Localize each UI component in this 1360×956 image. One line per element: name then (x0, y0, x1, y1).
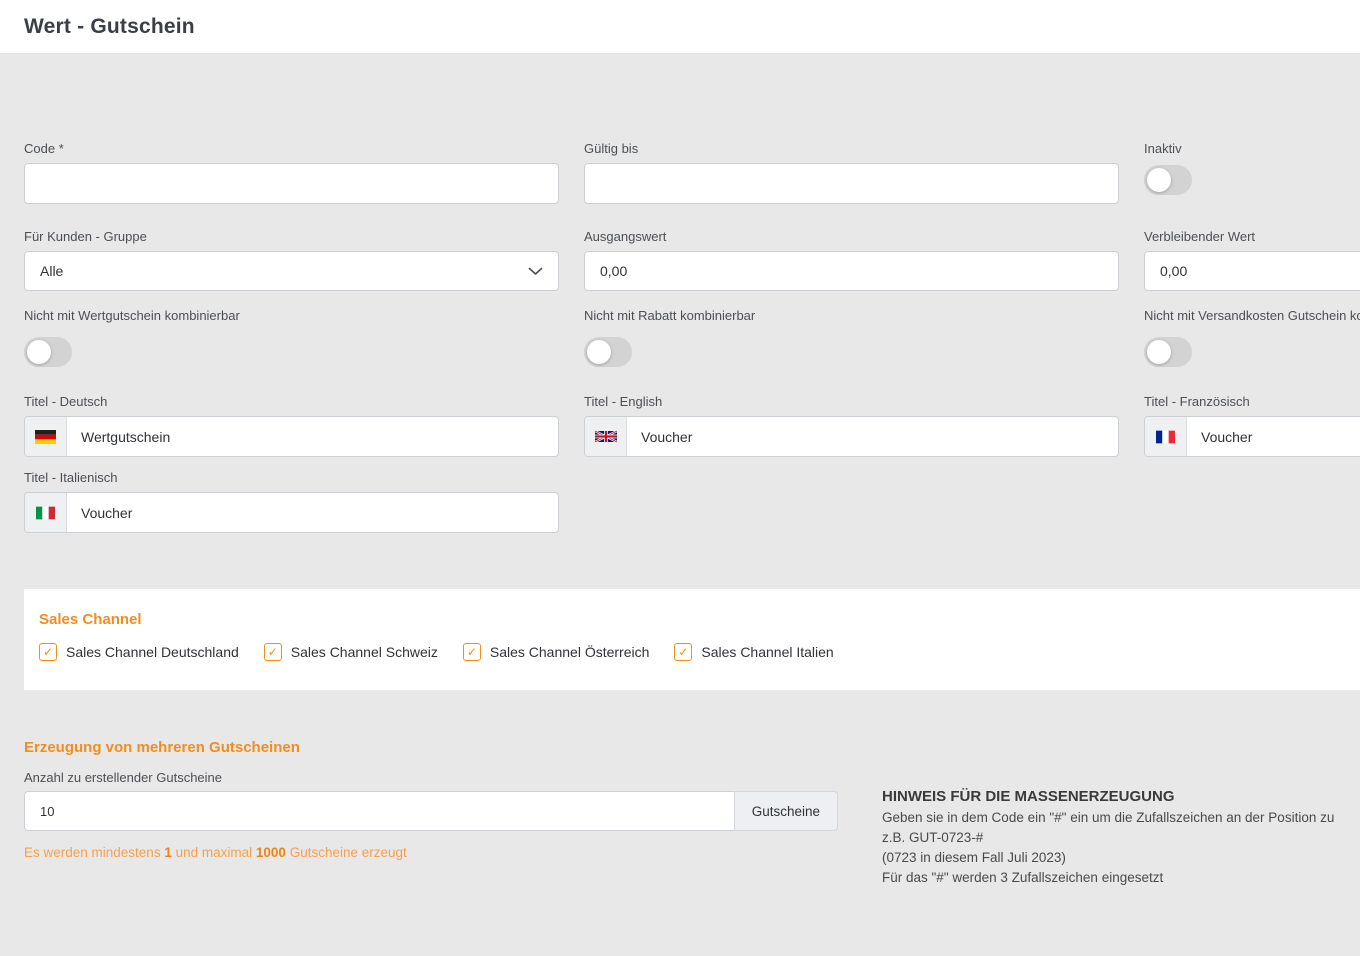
german-flag-icon (25, 417, 67, 456)
amount-range-hint: Es werden mindestens 1 und maximal 1000 … (24, 845, 838, 860)
title-italian-label: Titel - Italienisch (24, 470, 559, 485)
hint-min-value: 1 (164, 845, 172, 860)
not-with-discount-label: Nicht mit Rabatt kombinierbar (584, 308, 1119, 323)
valid-until-field-group: Gültig bis (584, 141, 1119, 204)
customer-group-selected-value: Alle (40, 263, 63, 279)
valid-until-label: Gültig bis (584, 141, 1119, 156)
sales-channel-checkbox-schweiz[interactable]: ✓ Sales Channel Schweiz (264, 643, 438, 661)
remaining-value-field-group: Verbleibender Wert (1144, 229, 1360, 291)
not-with-value-voucher-group: Nicht mit Wertgutschein kombinierbar (24, 308, 559, 367)
sales-channel-options: ✓ Sales Channel Deutschland ✓ Sales Chan… (39, 643, 1360, 661)
notice-title: HINWEIS FÜR DIE MASSENERZEUGUNG (882, 788, 1334, 805)
italian-flag-icon (25, 493, 67, 532)
not-with-shipping-voucher-group: Nicht mit Versandkosten Gutschein kombin… (1144, 308, 1360, 367)
notice-line: Geben sie in dem Code ein "#" ein um die… (882, 808, 1334, 828)
customer-group-label: Für Kunden - Gruppe (24, 229, 559, 244)
sales-channel-checkbox-oesterreich[interactable]: ✓ Sales Channel Österreich (463, 643, 650, 661)
hint-max-value: 1000 (256, 845, 286, 860)
sales-channel-heading: Sales Channel (39, 611, 1360, 628)
notice-line: Für das "#" werden 3 Zufallszeichen eing… (882, 868, 1334, 888)
not-with-value-voucher-toggle[interactable] (24, 337, 72, 367)
inactive-field-group: Inaktiv (1144, 141, 1360, 204)
checkbox-check-icon: ✓ (463, 643, 481, 661)
title-english-field-group: Titel - English (584, 394, 1119, 457)
toggle-knob (587, 340, 611, 364)
hint-text: und maximal (172, 845, 256, 860)
code-label: Code * (24, 141, 559, 156)
checkbox-check-icon: ✓ (39, 643, 57, 661)
title-german-label: Titel - Deutsch (24, 394, 559, 409)
toggle-knob (27, 340, 51, 364)
notice-line: z.B. GUT-0723-# (882, 828, 1334, 848)
title-german-input[interactable] (67, 417, 558, 456)
checkbox-check-icon: ✓ (264, 643, 282, 661)
inactive-toggle[interactable] (1144, 165, 1192, 195)
code-input[interactable] (24, 163, 559, 204)
amount-input-group: Gutscheine (24, 791, 838, 831)
sales-channel-checkbox-italien[interactable]: ✓ Sales Channel Italien (674, 643, 833, 661)
toggle-knob (1147, 168, 1171, 192)
customer-group-field-group: Für Kunden - Gruppe Alle (24, 229, 559, 291)
code-field-group: Code * (24, 141, 559, 204)
page-title: Wert - Gutschein (24, 15, 195, 39)
checkbox-label: Sales Channel Deutschland (66, 644, 239, 660)
page-header: Wert - Gutschein (0, 0, 1360, 54)
not-with-shipping-voucher-label: Nicht mit Versandkosten Gutschein kombin… (1144, 308, 1360, 323)
inactive-label: Inaktiv (1144, 141, 1360, 156)
initial-value-label: Ausgangswert (584, 229, 1119, 244)
not-with-discount-toggle[interactable] (584, 337, 632, 367)
checkbox-label: Sales Channel Italien (701, 644, 833, 660)
hint-text: Gutscheine erzeugt (286, 845, 407, 860)
customer-group-select[interactable]: Alle (24, 251, 559, 291)
amount-input[interactable] (24, 791, 735, 831)
title-english-label: Titel - English (584, 394, 1119, 409)
checkbox-check-icon: ✓ (674, 643, 692, 661)
remaining-value-input[interactable] (1144, 251, 1360, 291)
remaining-value-label: Verbleibender Wert (1144, 229, 1360, 244)
notice-line: (0723 in diesem Fall Juli 2023) (882, 848, 1334, 868)
voucher-form: Code * Gültig bis Inaktiv Für Kunden - G… (0, 141, 1360, 888)
title-german-field-group: Titel - Deutsch (24, 394, 559, 457)
title-french-input[interactable] (1187, 417, 1360, 456)
checkbox-label: Sales Channel Österreich (490, 644, 650, 660)
title-italian-input[interactable] (67, 493, 558, 532)
title-french-label: Titel - Französisch (1144, 394, 1360, 409)
form-grid: Code * Gültig bis Inaktiv Für Kunden - G… (24, 141, 1360, 533)
initial-value-input[interactable] (584, 251, 1119, 291)
not-with-value-voucher-label: Nicht mit Wertgutschein kombinierbar (24, 308, 559, 323)
hint-text: Es werden mindestens (24, 845, 164, 860)
generate-vouchers-button[interactable]: Gutscheine (734, 791, 838, 831)
not-with-discount-group: Nicht mit Rabatt kombinierbar (584, 308, 1119, 367)
mass-generation-notice: HINWEIS FÜR DIE MASSENERZEUGUNG Geben si… (882, 788, 1334, 888)
valid-until-input[interactable] (584, 163, 1119, 204)
initial-value-field-group: Ausgangswert (584, 229, 1119, 291)
not-with-shipping-voucher-toggle[interactable] (1144, 337, 1192, 367)
bulk-generation-heading: Erzeugung von mehreren Gutscheinen (24, 739, 838, 756)
uk-flag-icon (585, 417, 627, 456)
amount-label: Anzahl zu erstellender Gutscheine (24, 770, 838, 785)
sales-channel-card: Sales Channel ✓ Sales Channel Deutschlan… (24, 589, 1360, 690)
bulk-generation-section: Erzeugung von mehreren Gutscheinen Anzah… (24, 739, 1360, 888)
title-french-field-group: Titel - Französisch (1144, 394, 1360, 457)
sales-channel-checkbox-deutschland[interactable]: ✓ Sales Channel Deutschland (39, 643, 239, 661)
title-english-input[interactable] (627, 417, 1118, 456)
title-italian-field-group: Titel - Italienisch (24, 470, 559, 533)
french-flag-icon (1145, 417, 1187, 456)
chevron-down-icon (528, 267, 543, 276)
checkbox-label: Sales Channel Schweiz (291, 644, 438, 660)
bulk-generation-form: Erzeugung von mehreren Gutscheinen Anzah… (24, 739, 838, 888)
toggle-knob (1147, 340, 1171, 364)
